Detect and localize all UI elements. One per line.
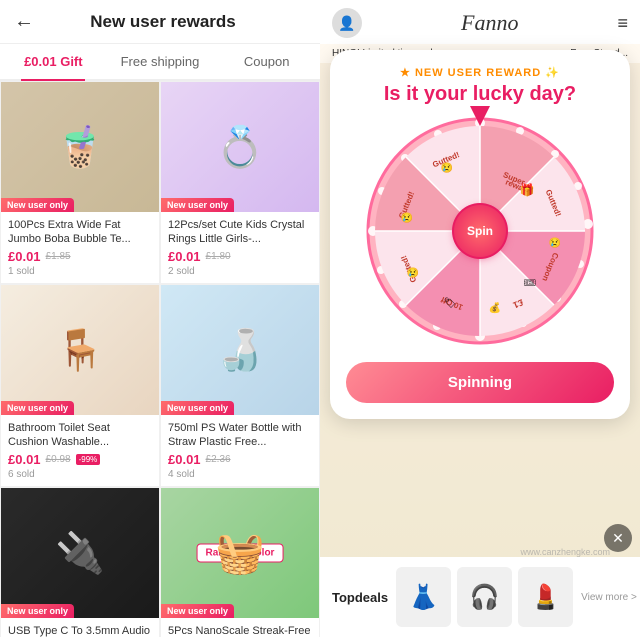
product-info: 100Pcs Extra Wide Fat Jumbo Boba Bubble …: [1, 212, 159, 283]
product-name: Bathroom Toilet Seat Cushion Washable...: [8, 421, 152, 449]
price-row: £0.01 £2.36: [168, 452, 312, 467]
spinning-button[interactable]: Spinning: [346, 362, 614, 403]
wheel-arrow: [470, 106, 490, 126]
svg-text:😢: 😢: [401, 212, 413, 224]
sold-count: 2 sold: [168, 266, 312, 277]
sold-count: 6 sold: [8, 469, 152, 480]
price-original: £2.36: [206, 454, 231, 465]
avatar: 👤: [332, 8, 362, 38]
spin-button[interactable]: Spin: [454, 205, 506, 257]
new-user-badge: New user only: [161, 198, 234, 212]
new-user-badge: New user only: [1, 401, 74, 415]
price-row: £0.01 £1.85: [8, 249, 152, 264]
svg-text:😢: 😢: [549, 237, 561, 249]
product-card[interactable]: New user only Bathroom Toilet Seat Cushi…: [0, 284, 160, 487]
lucky-header: ★ NEW USER REWARD ✨ Is it your lucky day…: [346, 66, 614, 106]
random-color-badge: Random Color: [197, 544, 284, 563]
sold-count: 4 sold: [168, 469, 312, 480]
topdeals-item[interactable]: 💄: [518, 567, 573, 627]
product-name: 750ml PS Water Bottle with Straw Plastic…: [168, 421, 312, 449]
product-image: New user only: [1, 488, 159, 618]
svg-text:🎟: 🎟: [524, 278, 537, 289]
product-card[interactable]: New user only 750ml PS Water Bottle with…: [160, 284, 320, 487]
price-original: £0.98: [46, 454, 71, 465]
new-user-badge: New user only: [1, 198, 74, 212]
product-image: Random Color New user only: [161, 488, 319, 618]
tab-free-shipping[interactable]: Free shipping: [107, 44, 214, 79]
product-name: 5Pcs NanoScale Streak-Free Miracle Polis…: [168, 624, 312, 637]
page-header: ← New user rewards: [0, 0, 320, 44]
product-info: 750ml PS Water Bottle with Straw Plastic…: [161, 415, 319, 486]
product-card[interactable]: New user only 100Pcs Extra Wide Fat Jumb…: [0, 81, 160, 284]
product-image: New user only: [161, 82, 319, 212]
sold-count: 1 sold: [8, 266, 152, 277]
close-button[interactable]: ✕: [604, 524, 632, 552]
lucky-subtitle: ★ NEW USER REWARD ✨: [346, 66, 614, 79]
svg-text:🏷: 🏷: [444, 297, 457, 309]
fanno-logo: Fanno: [461, 10, 518, 36]
tab-gift[interactable]: £0.01 Gift: [0, 44, 107, 79]
new-user-badge: New user only: [161, 604, 234, 618]
price-original: £1.80: [206, 251, 231, 262]
topdeals-item[interactable]: 👗: [396, 567, 451, 627]
price-row: £0.01 £1.80: [168, 249, 312, 264]
fanno-header: 👤 Fanno ≡: [320, 0, 640, 46]
svg-text:🎁: 🎁: [520, 183, 535, 197]
product-image: New user only: [1, 82, 159, 212]
product-name: 100Pcs Extra Wide Fat Jumbo Boba Bubble …: [8, 218, 152, 246]
topdeals-bar: Topdeals 👗 🎧 💄 View more >: [320, 557, 640, 637]
price-row: £0.01 £0.98 -99%: [8, 452, 152, 467]
price-current: £0.01: [8, 249, 41, 264]
product-card[interactable]: New user only 12Pcs/set Cute Kids Crysta…: [160, 81, 320, 284]
svg-text:😢: 😢: [441, 162, 453, 174]
view-more-link[interactable]: View more >: [581, 592, 637, 603]
svg-text:💰: 💰: [489, 301, 501, 314]
product-info: Bathroom Toilet Seat Cushion Washable...…: [1, 415, 159, 486]
product-image: New user only: [161, 285, 319, 415]
right-panel: 👤 Fanno ≡ HINGI Limited time only Free S…: [320, 0, 640, 637]
product-info: 5Pcs NanoScale Streak-Free Miracle Polis…: [161, 618, 319, 637]
close-icon: ✕: [612, 530, 624, 547]
product-name: USB Type C To 3.5mm Audio AUX Headphone.…: [8, 624, 152, 637]
product-card[interactable]: New user only USB Type C To 3.5mm Audio …: [0, 487, 160, 637]
tabs-bar: £0.01 Gift Free shipping Coupon: [0, 44, 320, 81]
products-grid: New user only 100Pcs Extra Wide Fat Jumb…: [0, 81, 320, 637]
topdeals-item[interactable]: 🎧: [457, 567, 512, 627]
discount-badge: -99%: [76, 454, 101, 465]
product-name: 12Pcs/set Cute Kids Crystal Rings Little…: [168, 218, 312, 246]
product-card[interactable]: Random Color New user only 5Pcs NanoScal…: [160, 487, 320, 637]
price-original: £1.85: [46, 251, 71, 262]
new-user-badge: New user only: [161, 401, 234, 415]
lucky-title: Is it your lucky day?: [346, 83, 614, 106]
product-info: 12Pcs/set Cute Kids Crystal Rings Little…: [161, 212, 319, 283]
price-current: £0.01: [168, 452, 201, 467]
product-info: USB Type C To 3.5mm Audio AUX Headphone.…: [1, 618, 159, 637]
wheel-container: Super reward Gutted! Coupon £1 10 Off Gu…: [365, 116, 595, 346]
topdeals-items: 👗 🎧 💄: [396, 567, 573, 627]
page-title: New user rewards: [44, 12, 282, 32]
menu-icon[interactable]: ≡: [617, 13, 628, 34]
watermark: www.canzhengke.com: [520, 547, 610, 557]
price-current: £0.01: [168, 249, 201, 264]
topdeals-label: Topdeals: [332, 590, 388, 605]
svg-text:😢: 😢: [407, 267, 419, 279]
product-image: New user only: [1, 285, 159, 415]
back-icon[interactable]: ←: [14, 10, 34, 33]
price-current: £0.01: [8, 452, 41, 467]
lucky-wheel-overlay: ★ NEW USER REWARD ✨ Is it your lucky day…: [330, 50, 630, 419]
new-user-badge: New user only: [1, 604, 74, 618]
tab-coupon[interactable]: Coupon: [213, 44, 320, 79]
left-panel: ← New user rewards £0.01 Gift Free shipp…: [0, 0, 320, 637]
